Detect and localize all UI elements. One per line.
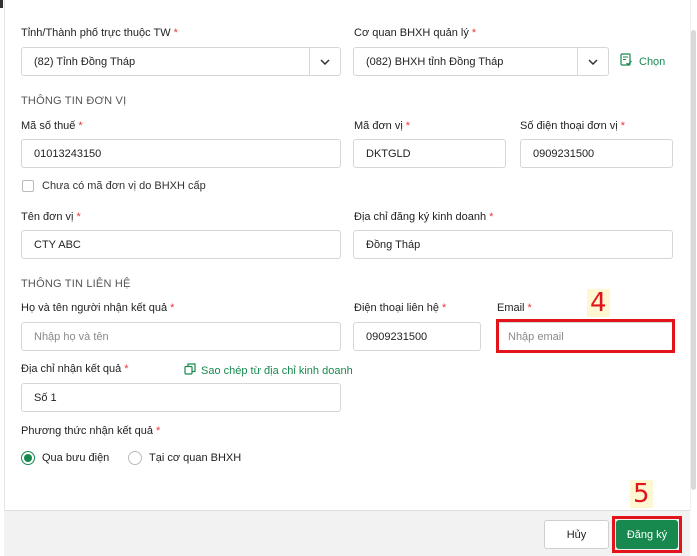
copy-link-text: Sao chép từ địa chỉ kinh doanh <box>201 364 353 377</box>
agency-label-text: Cơ quan BHXH quản lý <box>354 27 469 39</box>
agency-value: (082) BHXH tỉnh Đồng Tháp <box>366 55 504 68</box>
business-address-input[interactable]: Đồng Tháp <box>353 230 673 259</box>
radio-post-office[interactable] <box>21 451 35 465</box>
province-value: (82) Tỉnh Đồng Tháp <box>34 55 136 68</box>
radio-selected-dot <box>24 454 32 462</box>
email-label-text: Email <box>497 302 525 314</box>
chevron-down-icon[interactable] <box>309 48 340 75</box>
result-address-label-text: Địa chỉ nhận kết quả <box>21 363 122 375</box>
recipient-name-input[interactable]: Nhập họ và tên <box>21 322 341 351</box>
contact-phone-input[interactable]: 0909231500 <box>353 322 481 351</box>
radio-bhxh-office[interactable] <box>128 451 142 465</box>
left-edge <box>0 0 5 555</box>
required-mark: * <box>76 211 81 223</box>
unit-name-label: Tên đơn vị * <box>21 211 81 223</box>
corner-mark <box>0 0 3 8</box>
receive-method-label-text: Phương thức nhận kết quả <box>21 425 154 437</box>
annotation-step-5: 5 <box>630 480 653 508</box>
choose-agency-link[interactable]: Chọn <box>620 53 665 70</box>
result-address-label: Địa chỉ nhận kết quả * <box>21 363 129 375</box>
radio-post-office-label: Qua bưu điện <box>42 452 110 464</box>
contact-phone-label: Điện thoại liên hệ * <box>354 302 446 314</box>
no-unit-code-checkbox[interactable] <box>22 180 34 192</box>
agency-label: Cơ quan BHXH quản lý * <box>354 27 476 39</box>
province-label-text: Tỉnh/Thành phố trực thuộc TW <box>21 27 171 39</box>
recipient-name-label-text: Họ và tên người nhận kết quả <box>21 302 168 314</box>
no-unit-code-label: Chưa có mã đơn vị do BHXH cấp <box>42 180 206 192</box>
business-address-label-text: Địa chỉ đăng ký kinh doanh <box>354 211 487 223</box>
required-mark: * <box>78 120 83 132</box>
unit-code-label: Mã đơn vị * <box>354 120 410 132</box>
chevron-down-icon[interactable] <box>577 48 608 75</box>
required-mark: * <box>173 27 178 39</box>
required-mark: * <box>471 27 477 39</box>
required-mark: * <box>620 120 626 132</box>
tax-code-label: Mã số thuế * <box>21 120 83 132</box>
business-address-label: Địa chỉ đăng ký kinh doanh * <box>354 211 493 223</box>
copy-icon <box>184 363 196 378</box>
unit-phone-label: Số điện thoại đơn vị * <box>520 120 625 132</box>
required-mark: * <box>170 302 175 314</box>
contact-phone-label-text: Điện thoại liên hệ <box>354 302 440 314</box>
annotation-highlight-register <box>612 516 682 553</box>
agency-select[interactable]: (082) BHXH tỉnh Đồng Tháp <box>353 47 609 76</box>
unit-code-input[interactable]: DKTGLD <box>353 139 506 168</box>
required-mark: * <box>442 302 447 314</box>
unit-phone-label-text: Số điện thoại đơn vị <box>520 120 618 132</box>
cancel-button[interactable]: Hủy <box>544 520 609 549</box>
unit-code-label-text: Mã đơn vị <box>354 120 403 132</box>
annotation-step-4: 4 <box>587 289 610 317</box>
recipient-name-label: Họ và tên người nhận kết quả * <box>21 302 174 314</box>
radio-bhxh-office-label: Tại cơ quan BHXH <box>149 452 242 464</box>
scrollbar-thumb[interactable] <box>691 30 696 490</box>
result-address-input[interactable]: Số 1 <box>21 383 341 412</box>
required-mark: * <box>156 425 161 437</box>
province-select[interactable]: (82) Tỉnh Đồng Tháp <box>21 47 341 76</box>
tax-code-label-text: Mã số thuế <box>21 120 76 132</box>
document-check-icon <box>620 53 633 70</box>
required-mark: * <box>124 363 129 375</box>
unit-phone-input[interactable]: 0909231500 <box>520 139 673 168</box>
unit-info-section-title: THÔNG TIN ĐƠN VỊ <box>21 95 127 107</box>
receive-method-label: Phương thức nhận kết quả * <box>21 425 160 437</box>
choose-label: Chọn <box>639 55 666 68</box>
copy-business-address-link[interactable]: Sao chép từ địa chỉ kinh doanh <box>184 363 353 378</box>
tax-code-input[interactable]: 01013243150 <box>21 139 341 168</box>
email-label: Email * <box>497 302 532 314</box>
unit-name-input[interactable]: CTY ABC <box>21 230 341 259</box>
annotation-highlight-email <box>496 319 675 353</box>
contact-info-section-title: THÔNG TIN LIÊN HỆ <box>21 278 131 290</box>
province-label: Tỉnh/Thành phố trực thuộc TW * <box>21 27 178 39</box>
required-mark: * <box>405 120 411 132</box>
required-mark: * <box>527 302 532 314</box>
unit-name-label-text: Tên đơn vị <box>21 211 74 223</box>
required-mark: * <box>489 211 494 223</box>
